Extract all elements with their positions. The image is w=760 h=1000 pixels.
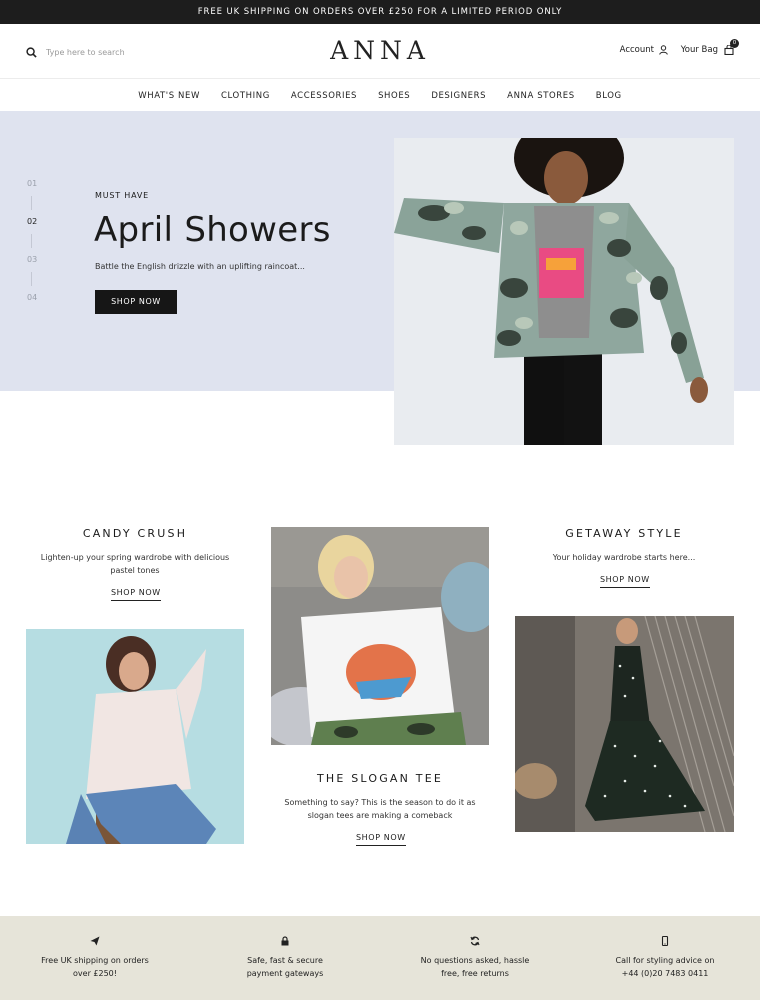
slide-step-4[interactable]: 04 <box>27 292 39 310</box>
candy-crush-text-line-2: pastel tones <box>110 566 160 575</box>
slide-step-1[interactable]: 01 <box>27 178 39 196</box>
getaway-style-image[interactable] <box>515 616 734 832</box>
step-divider <box>31 272 32 286</box>
usp-text-line-2: payment gateways <box>246 969 324 978</box>
slogan-tee-text-line-1: Something to say? This is the season to … <box>284 798 476 807</box>
nav-accessories[interactable]: ACCESSORIES <box>291 91 357 101</box>
bag-label: Your Bag <box>680 45 718 55</box>
paper-plane-icon <box>90 936 100 946</box>
user-icon <box>659 45 668 55</box>
usp-strip: Free UK shipping on orders over £250! Sa… <box>0 916 760 1000</box>
usp-text-line-1: No questions asked, hassle <box>420 956 530 965</box>
step-divider <box>31 196 32 210</box>
hero-title: April Showers <box>94 210 331 250</box>
hero-shop-now-button[interactable]: SHOP NOW <box>95 290 177 314</box>
hero-slide-steps: 01 02 03 04 <box>27 178 39 310</box>
nav-whats-new[interactable]: WHAT'S NEW <box>138 91 200 101</box>
bag-count-badge: 0 <box>730 39 739 48</box>
candy-crush-image[interactable] <box>26 629 244 844</box>
nav-blog[interactable]: BLOG <box>596 91 622 101</box>
main-nav: WHAT'S NEW CLOTHING ACCESSORIES SHOES DE… <box>0 80 760 111</box>
refresh-icon <box>470 936 480 946</box>
nav-designers[interactable]: DESIGNERS <box>431 91 486 101</box>
slogan-tee-text-line-2: slogan tees are making a comeback <box>307 811 453 820</box>
getaway-style-text: Your holiday wardrobe starts here... <box>552 553 696 562</box>
nav-clothing[interactable]: CLOTHING <box>221 91 270 101</box>
candy-crush-title: CANDY CRUSH <box>82 527 188 540</box>
candy-crush-shop-now-link[interactable]: SHOP NOW <box>111 588 161 601</box>
account-link[interactable]: Account <box>620 45 668 55</box>
candy-crush-text-line-1: Lighten-up your spring wardrobe with del… <box>40 553 230 562</box>
mobile-phone-icon <box>661 936 669 946</box>
usp-secure-payment: Safe, fast & secure payment gateways <box>190 916 380 1000</box>
nav-shoes[interactable]: SHOES <box>378 91 410 101</box>
slogan-tee-shop-now-link[interactable]: SHOP NOW <box>356 833 406 846</box>
usp-text-line-1: Safe, fast & secure <box>247 956 323 965</box>
hero-subtitle: Battle the English drizzle with an uplif… <box>95 262 305 271</box>
slide-step-2[interactable]: 02 <box>27 216 39 234</box>
account-label: Account <box>619 45 654 55</box>
usp-text-line-1: Call for styling advice on <box>615 956 715 965</box>
site-header: ANNA Account Your Bag 0 <box>0 24 760 79</box>
usp-text-line-2[interactable]: +44 (0)20 7483 0411 <box>570 967 760 980</box>
usp-free-returns: No questions asked, hassle free, free re… <box>380 916 570 1000</box>
search-input[interactable] <box>46 47 166 57</box>
getaway-style-shop-now-link[interactable]: SHOP NOW <box>600 575 650 588</box>
site-logo[interactable]: ANNA <box>280 36 480 65</box>
hero-image-camo-jacket[interactable] <box>394 138 734 445</box>
nav-anna-stores[interactable]: ANNA STORES <box>507 91 575 101</box>
getaway-style-title: GETAWAY STYLE <box>565 527 683 540</box>
bag-link[interactable]: Your Bag 0 <box>680 39 739 56</box>
usp-styling-advice: Call for styling advice on +44 (0)20 748… <box>570 916 760 1000</box>
lock-icon <box>281 936 289 946</box>
slide-step-3[interactable]: 03 <box>27 254 39 272</box>
slogan-tee-title: THE SLOGAN TEE <box>316 772 443 785</box>
search-icon[interactable] <box>26 46 37 58</box>
step-divider <box>31 234 32 248</box>
announcement-bar: FREE UK SHIPPING ON ORDERS OVER £250 FOR… <box>0 0 760 24</box>
search-bar[interactable] <box>26 44 166 60</box>
slogan-tee-image[interactable] <box>271 527 489 745</box>
usp-text-line-1: Free UK shipping on orders <box>41 956 149 965</box>
usp-text-line-2: over £250! <box>73 969 117 978</box>
usp-free-shipping: Free UK shipping on orders over £250! <box>0 916 190 1000</box>
usp-text-line-2: free, free returns <box>441 969 509 978</box>
hero-eyebrow: MUST HAVE <box>95 191 149 200</box>
